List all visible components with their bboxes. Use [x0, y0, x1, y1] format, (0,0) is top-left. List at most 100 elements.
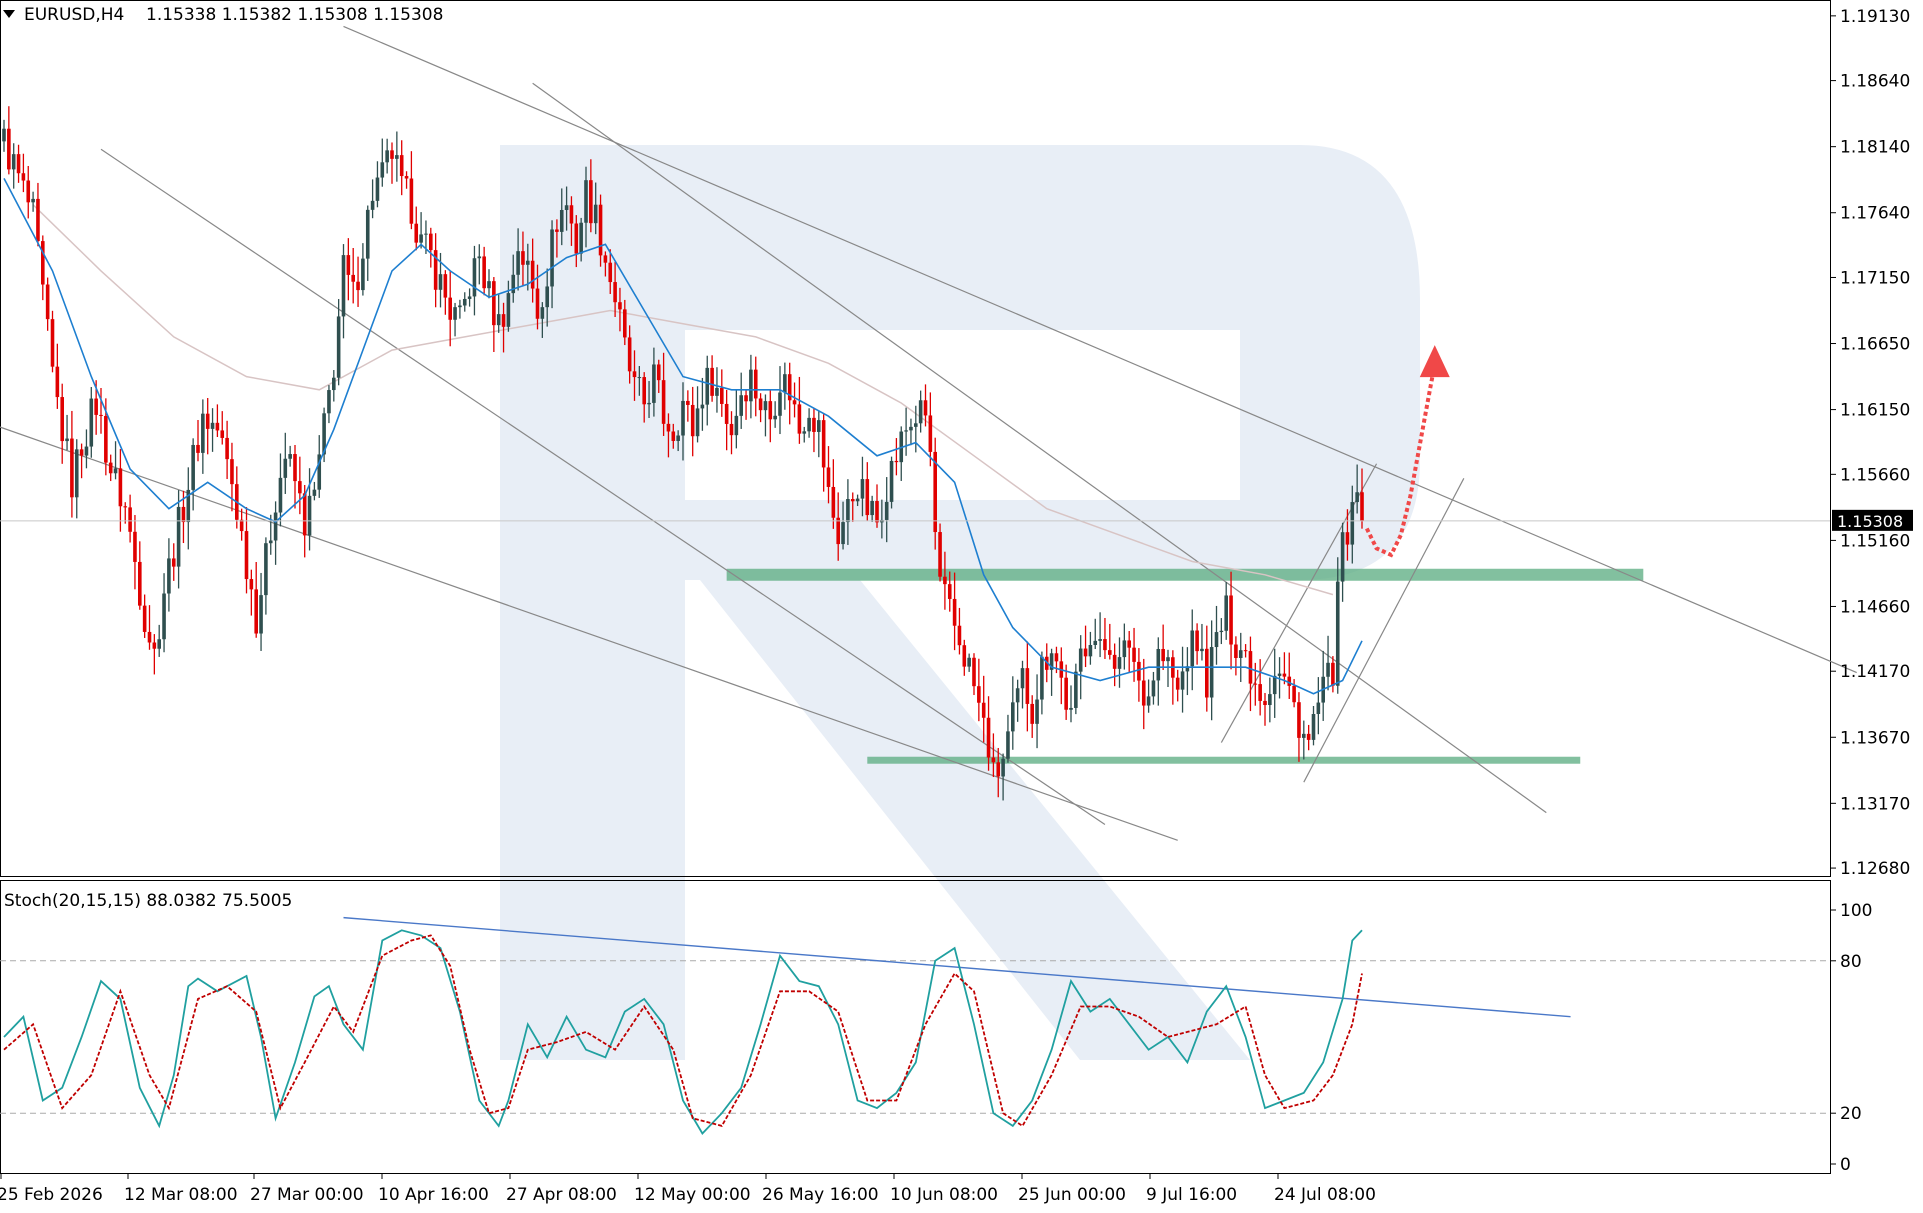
- candle-body: [462, 298, 467, 306]
- candle-body: [1229, 595, 1233, 645]
- candle-body: [1219, 630, 1224, 633]
- candle-body: [720, 387, 724, 404]
- candle-body: [564, 205, 569, 210]
- candle-body: [792, 400, 797, 405]
- price-tick-label: 1.13170: [1840, 794, 1910, 814]
- candle-body: [690, 404, 695, 437]
- candle-body: [598, 204, 603, 256]
- candle-body: [1263, 700, 1267, 706]
- candle-body: [1282, 673, 1287, 677]
- candle-body: [797, 404, 802, 434]
- price-tick-label: 1.18640: [1840, 72, 1910, 92]
- candle-body: [288, 454, 292, 459]
- candle-body: [1151, 680, 1156, 697]
- candle-body: [981, 702, 986, 718]
- symbol-dropdown-icon[interactable]: [3, 10, 15, 18]
- candle-body: [239, 519, 244, 532]
- candle-body: [409, 178, 414, 224]
- candle-body: [1190, 630, 1195, 667]
- candle-body: [31, 198, 35, 203]
- candle-body: [1083, 648, 1088, 657]
- candle-body: [1180, 671, 1185, 690]
- candle-body: [26, 180, 31, 203]
- candle-body: [778, 392, 782, 416]
- candle-body: [647, 402, 651, 405]
- candle-body: [1277, 673, 1282, 676]
- candle-body: [21, 173, 26, 181]
- candle-body: [739, 395, 743, 416]
- candle-body: [671, 431, 676, 441]
- candle-body: [370, 200, 375, 210]
- current-price-tag: 1.15308: [1832, 509, 1913, 531]
- candle-body: [1175, 677, 1180, 690]
- candle-body: [860, 479, 865, 499]
- candle-body: [807, 417, 811, 432]
- time-tick-label: 10 Jun 08:00: [890, 1185, 998, 1205]
- candle-body: [817, 420, 821, 432]
- price-zone: [726, 568, 1644, 581]
- candle-body: [443, 274, 448, 298]
- price-tick-label: 1.14170: [1840, 662, 1910, 682]
- candle-body: [1209, 647, 1214, 698]
- candle-body: [977, 686, 981, 703]
- stochastic-tick-label: 0: [1840, 1155, 1851, 1175]
- time-tick-label: 27 Apr 08:00: [506, 1185, 617, 1205]
- candle-body: [584, 180, 588, 223]
- candle-body: [1088, 645, 1093, 657]
- chart-symbol-label: EURUSD,H4: [24, 5, 124, 25]
- candle-body: [773, 415, 777, 420]
- candle-body: [511, 274, 516, 294]
- candle-body: [55, 366, 60, 398]
- candle-body: [60, 397, 64, 442]
- candle-body: [1054, 653, 1059, 662]
- candle-body: [1238, 650, 1243, 658]
- candle-body: [855, 498, 860, 502]
- candle-body: [972, 657, 976, 687]
- candle-body: [686, 400, 690, 405]
- candle-body: [943, 576, 947, 585]
- candle-body: [516, 251, 520, 275]
- stochastic-pane-frame: [0, 880, 1831, 1174]
- candle-body: [1098, 639, 1102, 641]
- candle-body: [162, 593, 166, 640]
- candle-body: [889, 460, 894, 502]
- candle-body: [1340, 532, 1345, 582]
- candle-body: [724, 403, 729, 424]
- candle-body: [1064, 677, 1068, 710]
- candle-body: [2, 128, 6, 142]
- candle-body: [923, 400, 928, 416]
- candle-body: [1205, 648, 1209, 698]
- candle-body: [268, 540, 273, 544]
- candle-body: [273, 512, 278, 541]
- candle-body: [1093, 640, 1098, 646]
- candle-body: [1122, 640, 1127, 658]
- time-tick-label: 27 Mar 00:00: [250, 1185, 364, 1205]
- candle-body: [1360, 492, 1364, 521]
- candle-body: [332, 377, 336, 391]
- candle-body: [181, 506, 186, 523]
- candle-body: [555, 229, 559, 232]
- watermark-logo: [500, 145, 1420, 1060]
- candle-body: [312, 489, 317, 496]
- candle-body: [171, 558, 176, 567]
- stochastic-axis: 100 80 20 0: [1830, 901, 1872, 1175]
- candle-body: [1127, 640, 1131, 648]
- candle-body: [1355, 492, 1359, 503]
- candle-body: [351, 274, 355, 282]
- time-tick-label: 10 Apr 16:00: [378, 1185, 489, 1205]
- candle-body: [74, 449, 79, 498]
- candle-body: [695, 408, 700, 437]
- candle-body: [99, 414, 103, 416]
- price-tick-label: 1.19130: [1840, 7, 1910, 27]
- candle-body: [559, 209, 564, 232]
- candle-body: [763, 401, 768, 411]
- candle-body: [1025, 668, 1030, 704]
- candle-body: [1200, 648, 1204, 652]
- candle-body: [1316, 702, 1321, 715]
- candle-body: [220, 430, 225, 438]
- candle-body: [249, 579, 254, 590]
- candle-body: [744, 395, 748, 402]
- candle-body: [1306, 733, 1311, 740]
- candle-body: [482, 256, 486, 289]
- candle-body: [1272, 675, 1277, 695]
